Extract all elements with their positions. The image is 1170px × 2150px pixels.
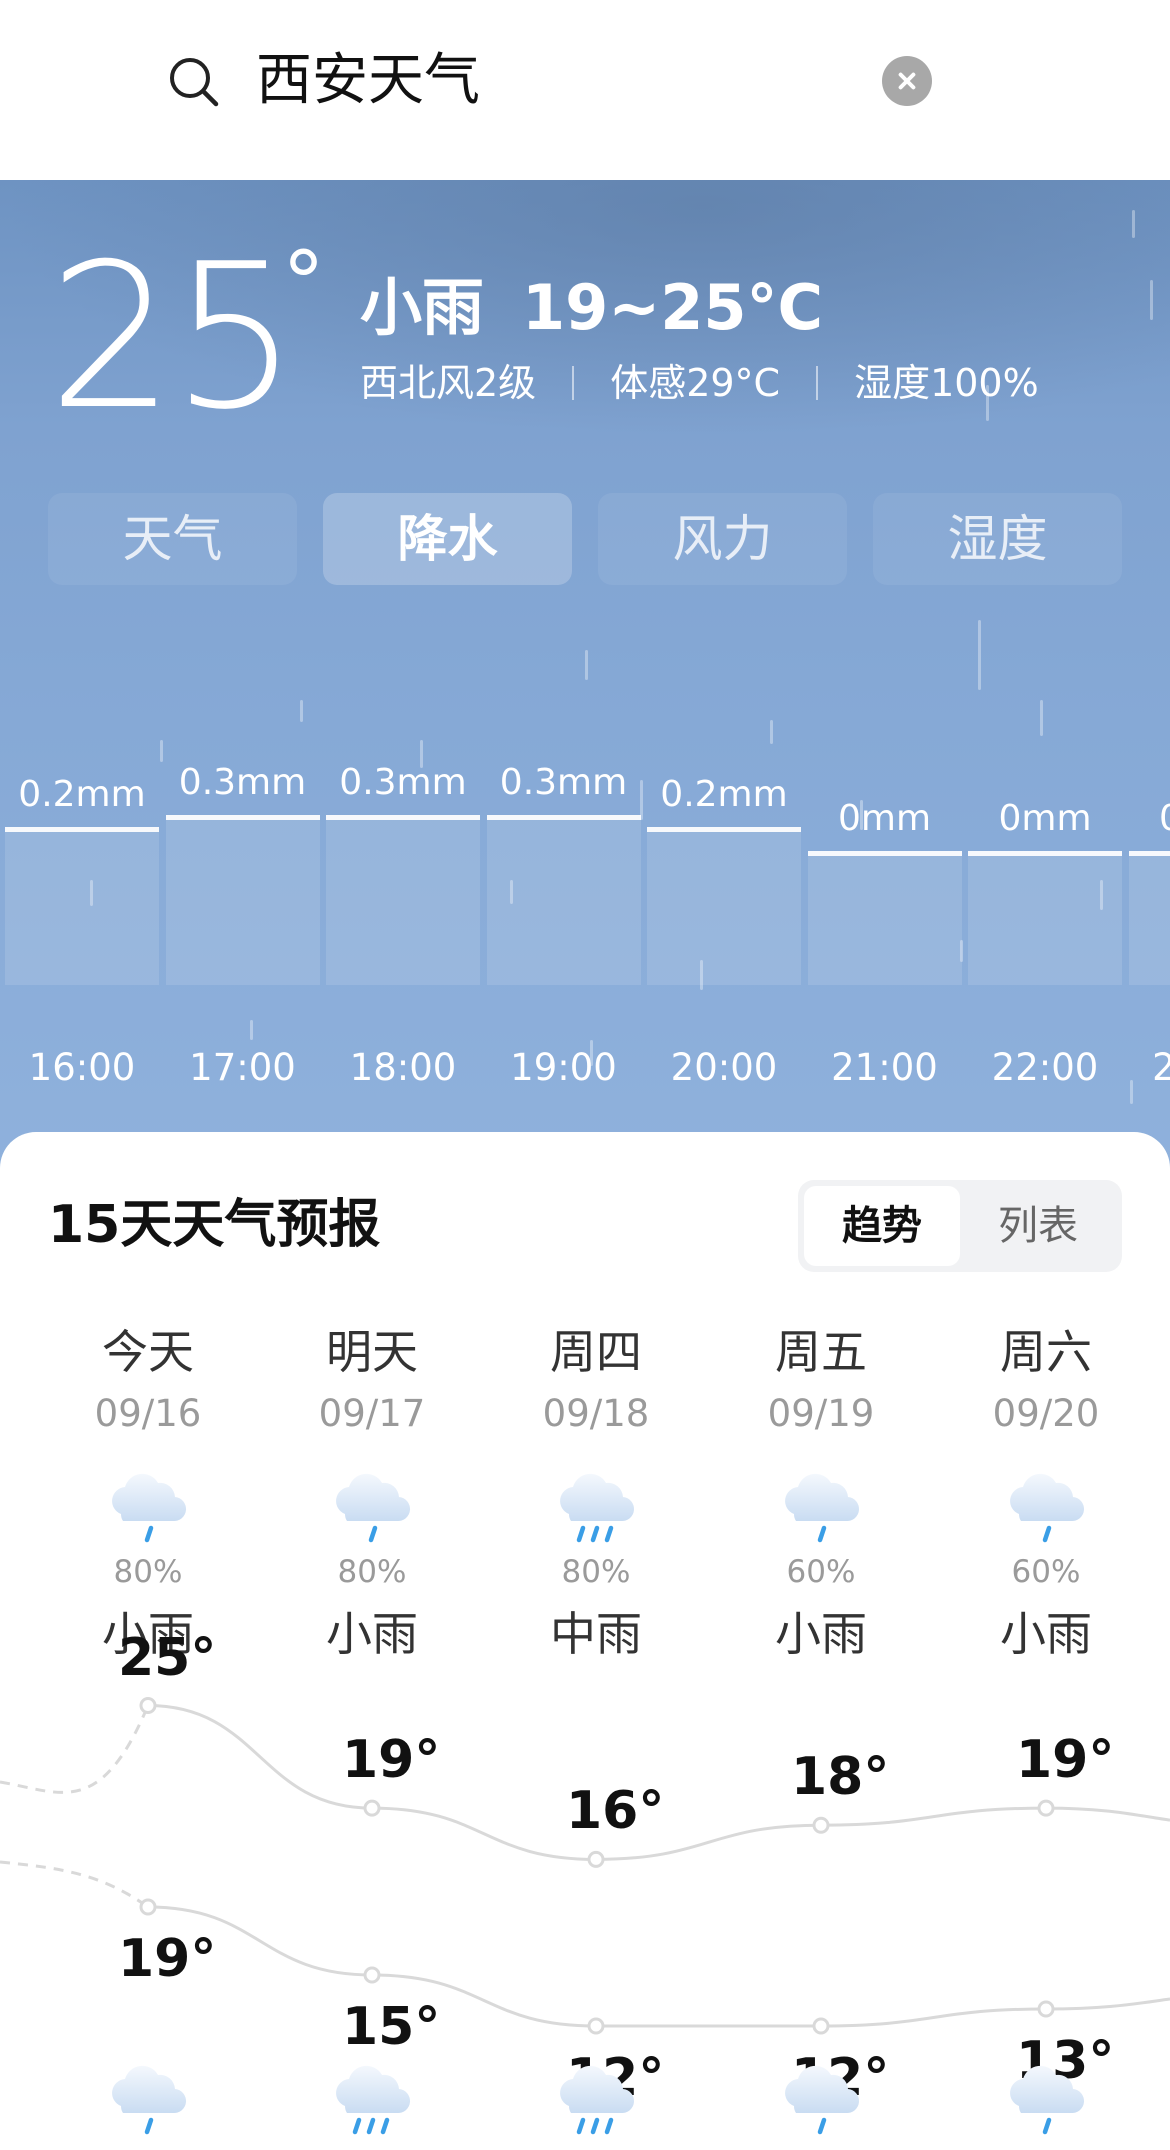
high-temperature: 25° bbox=[118, 1627, 217, 1688]
precipitation-amount-label: 0mm bbox=[1129, 799, 1170, 839]
precipitation-bar bbox=[5, 827, 159, 985]
high-point bbox=[1037, 1799, 1055, 1817]
low-temperature: 15° bbox=[342, 1997, 441, 2057]
precipitation-amount-label: 0.2mm bbox=[18, 774, 146, 815]
hour-label: 18:00 bbox=[349, 1046, 457, 1089]
moderate-rain-icon bbox=[560, 2065, 635, 2135]
precipitation-bar bbox=[486, 815, 641, 985]
high-point bbox=[812, 1816, 830, 1834]
high-temperature: 19° bbox=[342, 1730, 441, 1791]
precipitation-bar bbox=[1128, 851, 1170, 985]
precipitation-amount-label: 0.2mm bbox=[660, 774, 788, 815]
hour-label: 23:00 bbox=[1152, 1046, 1170, 1089]
precipitation-chart[interactable]: 0.2mm 16:00 0.3mm 17:00 0.3mm 18:00 0.3mm 19:00… bbox=[0, 180, 1170, 1170]
high-point bbox=[587, 1850, 605, 1868]
hour-label: 16:00 bbox=[28, 1046, 136, 1089]
hour-label: 19:00 bbox=[510, 1046, 617, 1089]
low-point bbox=[587, 2017, 605, 2035]
light-rain-icon bbox=[112, 2065, 187, 2135]
light-rain-icon bbox=[1010, 2065, 1085, 2135]
high-point bbox=[139, 1697, 157, 1714]
high-temperature: 18° bbox=[791, 1747, 890, 1808]
precipitation-amount-label: 0.3mm bbox=[178, 762, 307, 803]
low-point bbox=[139, 1898, 157, 1916]
hour-label: 22:00 bbox=[991, 1046, 1099, 1089]
low-point bbox=[363, 1966, 381, 1984]
low-trend-line bbox=[147, 1905, 1170, 2028]
light-rain-icon bbox=[785, 2065, 860, 2135]
search-input[interactable]: 西安天气 bbox=[256, 48, 480, 114]
precipitation-bar bbox=[647, 827, 801, 985]
precipitation-bar bbox=[165, 815, 320, 985]
hour-label: 21:00 bbox=[831, 1046, 938, 1089]
high-temperature: 19° bbox=[1016, 1730, 1115, 1791]
search-icon[interactable] bbox=[168, 56, 220, 108]
high-trend-past bbox=[0, 1704, 150, 1794]
high-point bbox=[363, 1799, 381, 1817]
low-point bbox=[1037, 2000, 1055, 2018]
search-bar: 西安天气 bbox=[0, 0, 1170, 180]
precipitation-bar bbox=[968, 851, 1122, 985]
high-temperature: 16° bbox=[566, 1781, 665, 1842]
precipitation-bar bbox=[326, 815, 480, 985]
precipitation-amount-label: 0.3mm bbox=[339, 762, 467, 803]
low-point bbox=[812, 2017, 830, 2035]
precipitation-amount-label: 0mm bbox=[998, 798, 1092, 839]
precipitation-amount-label: 0mm bbox=[837, 798, 932, 839]
low-trend-past bbox=[0, 1860, 149, 1909]
hour-label: 17:00 bbox=[189, 1046, 296, 1089]
hour-label: 20:00 bbox=[670, 1046, 778, 1089]
low-temperature: 19° bbox=[118, 1929, 217, 1989]
precipitation-amount-label: 0.3mm bbox=[499, 762, 628, 803]
current-weather-panel: 25 ° 小雨 19~25°C 西北风2级 体感29°C 湿度100% 天气 降水… bbox=[0, 180, 1170, 1170]
precipitation-bar bbox=[807, 851, 962, 985]
moderate-rain-icon bbox=[336, 2065, 411, 2135]
forecast-card: 15天天气预报 趋势 列表 今天 09/16 80% 小雨 明天 09/17 80% 小雨 周四… bbox=[0, 1132, 1170, 2150]
clear-search-icon[interactable] bbox=[882, 56, 932, 106]
